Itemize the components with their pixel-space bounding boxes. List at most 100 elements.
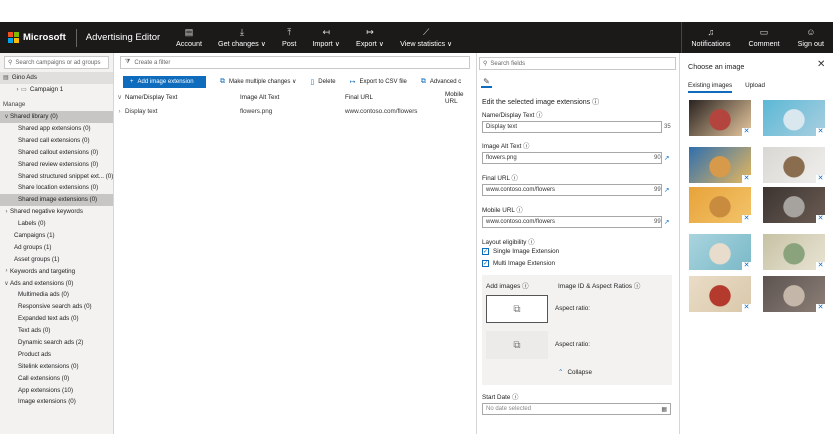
sidebar-item[interactable]: Image extensions (0) — [0, 396, 113, 408]
cat-on-sofa-image[interactable]: ✕ — [763, 276, 825, 312]
sidebar-item[interactable]: Shared app extensions (0) — [0, 123, 113, 135]
sidebar-item[interactable]: Shared structured snippet ext... (0) — [0, 170, 113, 182]
sidebar-item[interactable]: ∨ Shared library (0) — [0, 110, 113, 123]
row-collapse-icon[interactable]: ∨ — [114, 94, 125, 101]
dog-with-sunglasses-image[interactable]: ✕ — [689, 147, 751, 183]
red-phone-image[interactable]: ✕ — [689, 276, 751, 312]
delete-button[interactable]: ▯ Delete — [310, 78, 335, 86]
coffee-jar-image[interactable]: ✕ — [763, 234, 825, 270]
column-header-final-url[interactable]: Final URL — [345, 94, 373, 101]
cat-reaching-image[interactable]: ✕ — [689, 234, 751, 270]
sidebar-item[interactable]: Multimedia ads (0) — [0, 289, 113, 301]
sidebar-item[interactable]: › ▭ Campaign 1 — [0, 84, 113, 96]
sidebar-item-label: Responsive search ads (0) — [18, 303, 92, 311]
start-date-field[interactable]: No date selected ▦ — [482, 403, 671, 415]
remove-image-icon[interactable]: ✕ — [742, 175, 751, 183]
sidebar-item[interactable]: Shared callout extensions (0) — [0, 146, 113, 158]
sidebar-item[interactable]: App extensions (10) — [0, 384, 113, 396]
sidebar-item[interactable]: › Shared negative keywords — [0, 206, 113, 218]
export-csv-button[interactable]: ↦ Export to CSV file — [350, 78, 407, 86]
sidebar-item[interactable]: ∨ Ads and extensions (0) — [0, 277, 113, 289]
add-image-extension-button[interactable]: + Add image extension — [123, 75, 206, 88]
sidebar-item[interactable]: Product ads — [0, 348, 113, 360]
import-button[interactable]: ↤ Import ∨ — [312, 22, 340, 53]
post-button[interactable]: ⤒ Post — [282, 22, 296, 53]
view-statistics-button[interactable]: ⟋ View statistics ∨ — [400, 22, 452, 53]
calendar-icon[interactable]: ▦ — [661, 406, 667, 413]
mobile-url-field[interactable]: www.contoso.com/flowers — [482, 216, 662, 228]
chevron-right-icon[interactable]: › — [3, 268, 10, 274]
remove-image-icon[interactable]: ✕ — [816, 304, 825, 312]
account-button[interactable]: ▤ Account — [176, 22, 202, 53]
table-row[interactable]: › Display text flowers.png www.contoso.c… — [114, 106, 476, 117]
bell-icon: ♫ — [707, 27, 715, 37]
chevron-down-icon[interactable]: ∨ — [3, 280, 10, 287]
field-search-input[interactable]: ⚲ Search fields — [479, 57, 676, 70]
external-link-icon[interactable]: ↗ — [664, 218, 669, 226]
sidebar-item[interactable]: Ad groups (1) — [0, 241, 113, 253]
name-display-text-field[interactable]: Display text — [482, 121, 662, 133]
pencil-icon[interactable]: ✎ — [481, 77, 492, 88]
image-slot-2[interactable]: ⧉ — [486, 331, 548, 359]
campaign-search-input[interactable]: ⚲ Search campaigns or ad groups — [4, 56, 109, 69]
single-image-checkbox[interactable]: ✓ Single Image Extension — [482, 248, 559, 255]
tab-existing-images[interactable]: Existing images — [688, 82, 733, 93]
app-title: Advertising Editor — [85, 32, 161, 43]
sidebar-item-label: Campaign 1 — [29, 86, 64, 94]
kitten-in-box-image[interactable]: ✕ — [763, 147, 825, 183]
kitten-on-blue-image[interactable]: ✕ — [763, 100, 825, 136]
remove-image-icon[interactable]: ✕ — [816, 175, 825, 183]
remove-image-icon[interactable]: ✕ — [742, 262, 751, 270]
sidebar-item[interactable]: Asset groups (1) — [0, 253, 113, 265]
row-expand-icon[interactable]: › — [114, 108, 125, 115]
sidebar-item[interactable]: Shared review extensions (0) — [0, 158, 113, 170]
notifications-button[interactable]: ♫ Notifications — [682, 22, 739, 53]
sidebar-item[interactable]: Dynamic search ads (2) — [0, 337, 113, 349]
filter-input[interactable]: ⧩ Create a filter — [120, 56, 470, 69]
remove-image-icon[interactable]: ✕ — [742, 215, 751, 223]
export-button[interactable]: ↦ Export ∨ — [356, 22, 384, 53]
external-link-icon[interactable]: ↗ — [664, 186, 669, 194]
column-header-mobile-url[interactable]: Mobile URL — [445, 91, 476, 105]
puppy-on-orange-image[interactable]: ✕ — [689, 187, 751, 223]
remove-image-icon[interactable]: ✕ — [816, 262, 825, 270]
sidebar-item[interactable]: Text ads (0) — [0, 325, 113, 337]
remove-image-icon[interactable]: ✕ — [816, 215, 825, 223]
column-header-alt-text[interactable]: Image Alt Text — [240, 94, 279, 101]
sidebar-item[interactable]: Campaigns (1) — [0, 230, 113, 242]
remove-image-icon[interactable]: ✕ — [742, 304, 751, 312]
final-url-field[interactable]: www.contoso.com/flowers — [482, 184, 662, 196]
sidebar-item[interactable]: Manage — [0, 99, 113, 111]
make-multiple-changes-button[interactable]: ⧉ Make multiple changes ∨ — [220, 78, 296, 86]
sidebar-item[interactable]: Share location extensions (0) — [0, 182, 113, 194]
flowers-bouquet-image[interactable]: ✕ — [689, 100, 751, 136]
advanced-button[interactable]: ⧉ Advanced c — [421, 78, 461, 86]
chevron-right-icon[interactable]: › — [14, 87, 21, 93]
sidebar-item[interactable]: ▤ Gino Ads — [0, 72, 113, 84]
sidebar-item[interactable]: Call extensions (0) — [0, 372, 113, 384]
sign-out-button[interactable]: ☺ Sign out — [789, 22, 833, 53]
sidebar-item[interactable]: Sitelink extensions (0) — [0, 360, 113, 372]
comment-button[interactable]: ▭ Comment — [739, 22, 788, 53]
remove-image-icon[interactable]: ✕ — [816, 128, 825, 136]
multi-image-checkbox[interactable]: ✓ Multi Image Extension — [482, 260, 555, 267]
sidebar-item[interactable]: Shared call extensions (0) — [0, 134, 113, 146]
close-icon[interactable]: ✕ — [817, 59, 825, 70]
image-alt-text-field[interactable]: flowers.png — [482, 152, 662, 164]
collapse-button[interactable]: ⌃ Collapse — [558, 368, 592, 377]
sidebar-item[interactable]: › Keywords and targeting — [0, 265, 113, 277]
chart-icon: ⟋ — [423, 27, 430, 37]
get-changes-button[interactable]: ⤓ Get changes ∨ — [218, 22, 266, 53]
chevron-down-icon[interactable]: ∨ — [3, 113, 10, 120]
sidebar-item[interactable]: Labels (0) — [0, 218, 113, 230]
remove-image-icon[interactable]: ✕ — [742, 128, 751, 136]
cat-on-desk-image[interactable]: ✕ — [763, 187, 825, 223]
sidebar-item[interactable]: Responsive search ads (0) — [0, 301, 113, 313]
chevron-right-icon[interactable]: › — [3, 209, 10, 215]
sidebar-item[interactable]: Shared image extensions (0) — [0, 193, 113, 206]
sidebar-item[interactable]: Expanded text ads (0) — [0, 313, 113, 325]
column-header-name[interactable]: Name/Display Text — [125, 94, 177, 101]
image-slot-1[interactable]: ⧉ — [486, 295, 548, 323]
external-link-icon[interactable]: ↗ — [664, 154, 669, 162]
tab-upload[interactable]: Upload — [745, 82, 765, 93]
